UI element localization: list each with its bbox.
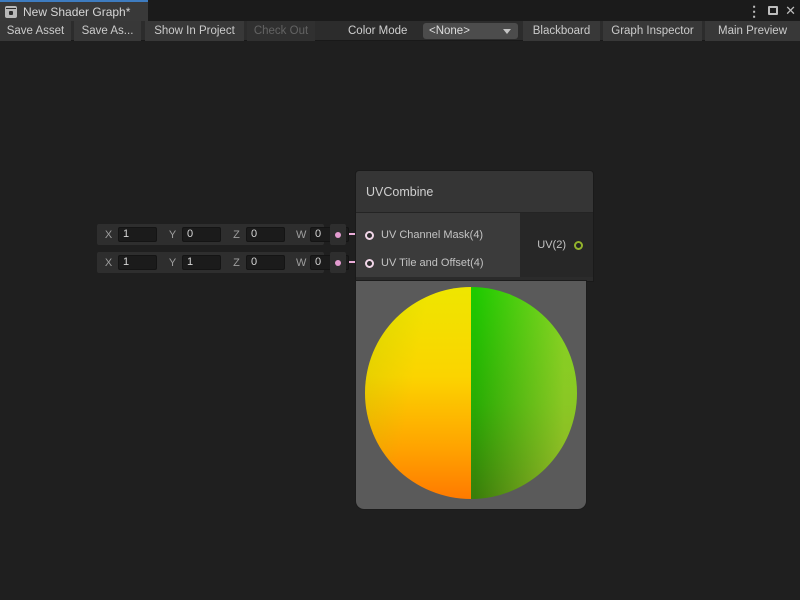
edge-connector-box bbox=[330, 224, 346, 245]
save-asset-button[interactable]: Save Asset bbox=[0, 21, 71, 41]
blackboard-toggle-button[interactable]: Blackboard bbox=[523, 21, 600, 41]
color-mode-label: Color Mode bbox=[348, 21, 407, 41]
window-menu-icon[interactable]: ⋮ bbox=[747, 4, 761, 18]
shader-graph-window: New Shader Graph* ⋮ ✕ Save Asset Save As… bbox=[0, 0, 800, 600]
uv-sphere-right-half bbox=[471, 287, 577, 499]
shader-graph-toolbar: Save Asset Save As... Show In Project Ch… bbox=[0, 21, 800, 41]
input-port-icon[interactable] bbox=[365, 259, 374, 268]
color-mode-value: <None> bbox=[429, 25, 470, 37]
edge-connector-dot[interactable] bbox=[335, 260, 341, 266]
input-port-icon[interactable] bbox=[365, 231, 374, 240]
y-value-field[interactable]: 1 bbox=[182, 255, 221, 270]
shader-graph-asset-icon bbox=[5, 6, 17, 18]
input-port-row: UV Channel Mask(4) bbox=[356, 227, 520, 243]
graph-canvas[interactable]: X 1 Y 0 Z 0 W 0 bbox=[0, 41, 800, 600]
color-mode-dropdown[interactable]: <None> bbox=[423, 23, 518, 39]
input-port-label: UV Tile and Offset(4) bbox=[381, 257, 484, 269]
edge-connector-dot[interactable] bbox=[335, 232, 341, 238]
z-label: Z bbox=[232, 257, 241, 269]
show-in-project-button[interactable]: Show In Project bbox=[145, 21, 244, 41]
vector4-fields-1: X 1 Y 0 Z 0 W 0 bbox=[97, 224, 324, 245]
uv-preview-sphere bbox=[365, 287, 577, 499]
node-input-section: UV Channel Mask(4) UV Tile and Offset(4) bbox=[356, 213, 520, 277]
window-controls: ⋮ ✕ bbox=[747, 0, 796, 21]
tab-strip: New Shader Graph* ⋮ ✕ bbox=[0, 0, 800, 21]
input-port-row: UV Tile and Offset(4) bbox=[356, 255, 520, 271]
tab-new-shader-graph[interactable]: New Shader Graph* bbox=[0, 0, 148, 21]
node-preview-area[interactable] bbox=[356, 281, 586, 509]
vector4-fields-2: X 1 Y 1 Z 0 W 0 bbox=[97, 252, 324, 273]
chevron-down-icon bbox=[503, 29, 511, 34]
z-label: Z bbox=[232, 229, 241, 241]
output-port-label: UV(2) bbox=[537, 239, 566, 251]
input-port-label: UV Channel Mask(4) bbox=[381, 229, 483, 241]
node-title: UVCombine bbox=[366, 185, 433, 199]
y-value-field[interactable]: 0 bbox=[182, 227, 221, 242]
x-label: X bbox=[104, 229, 113, 241]
tab-title: New Shader Graph* bbox=[23, 5, 130, 19]
node-title-bar[interactable]: UVCombine bbox=[356, 171, 593, 213]
y-label: Y bbox=[168, 257, 177, 269]
node-output-section: UV(2) bbox=[520, 213, 593, 277]
main-preview-toggle-button[interactable]: Main Preview bbox=[705, 21, 800, 41]
x-label: X bbox=[104, 257, 113, 269]
graph-inspector-toggle-button[interactable]: Graph Inspector bbox=[603, 21, 702, 41]
w-label: W bbox=[296, 257, 305, 269]
x-value-field[interactable]: 1 bbox=[118, 227, 157, 242]
close-icon[interactable]: ✕ bbox=[785, 4, 796, 17]
uv-sphere-left-half bbox=[365, 287, 471, 499]
vector4-input-row-1: X 1 Y 0 Z 0 W 0 bbox=[97, 224, 346, 245]
z-value-field[interactable]: 0 bbox=[246, 227, 285, 242]
check-out-button: Check Out bbox=[247, 21, 315, 41]
w-label: W bbox=[296, 229, 305, 241]
output-port-icon[interactable] bbox=[574, 241, 583, 250]
maximize-icon[interactable] bbox=[768, 6, 778, 15]
x-value-field[interactable]: 1 bbox=[118, 255, 157, 270]
vector4-input-row-2: X 1 Y 1 Z 0 W 0 bbox=[97, 252, 346, 273]
y-label: Y bbox=[168, 229, 177, 241]
save-as-button[interactable]: Save As... bbox=[74, 21, 141, 41]
node-uvcombine[interactable]: UVCombine UV Channel Mask(4) UV Tile and… bbox=[356, 171, 593, 281]
node-body: UV Channel Mask(4) UV Tile and Offset(4)… bbox=[356, 213, 593, 281]
z-value-field[interactable]: 0 bbox=[246, 255, 285, 270]
edge-connector-box bbox=[330, 252, 346, 273]
